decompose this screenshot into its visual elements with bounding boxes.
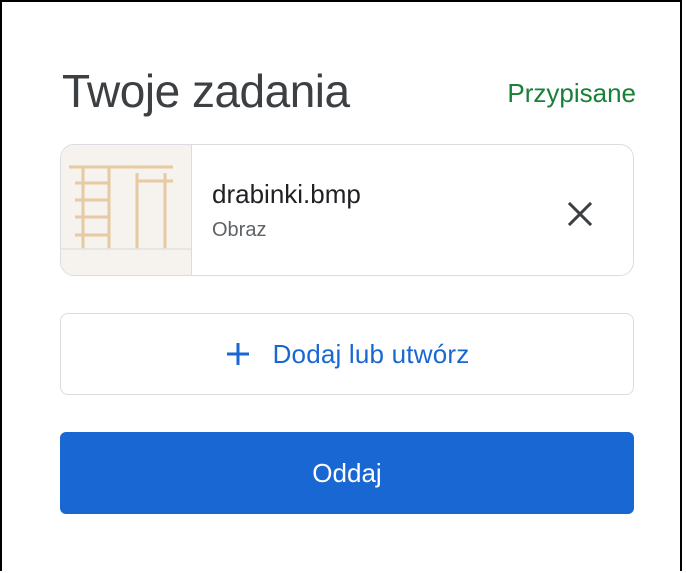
card-title: Twoje zadania [62,65,350,117]
plus-icon [226,343,249,365]
card-header: Twoje zadania Przypisane [62,64,636,118]
add-or-create-button[interactable]: Dodaj lub utwórz [60,313,634,395]
your-work-card: Twoje zadania Przypisane drabinki.bmp Ob… [0,0,682,571]
add-or-create-label: Dodaj lub utwórz [272,338,470,369]
submit-label: Oddaj [312,457,382,488]
file-name[interactable]: drabinki.bmp [212,178,551,210]
submit-button[interactable]: Oddaj [60,432,634,514]
file-info: drabinki.bmp Obraz [192,145,551,275]
attachment-item[interactable]: drabinki.bmp Obraz [60,144,634,276]
close-icon [567,201,593,227]
file-type: Obraz [212,219,267,241]
assignment-status: Przypisane [507,77,636,108]
remove-attachment-button[interactable] [551,185,609,243]
ladder-thumbnail-icon [61,145,191,275]
ladder-image-thumbnail[interactable] [61,145,192,275]
